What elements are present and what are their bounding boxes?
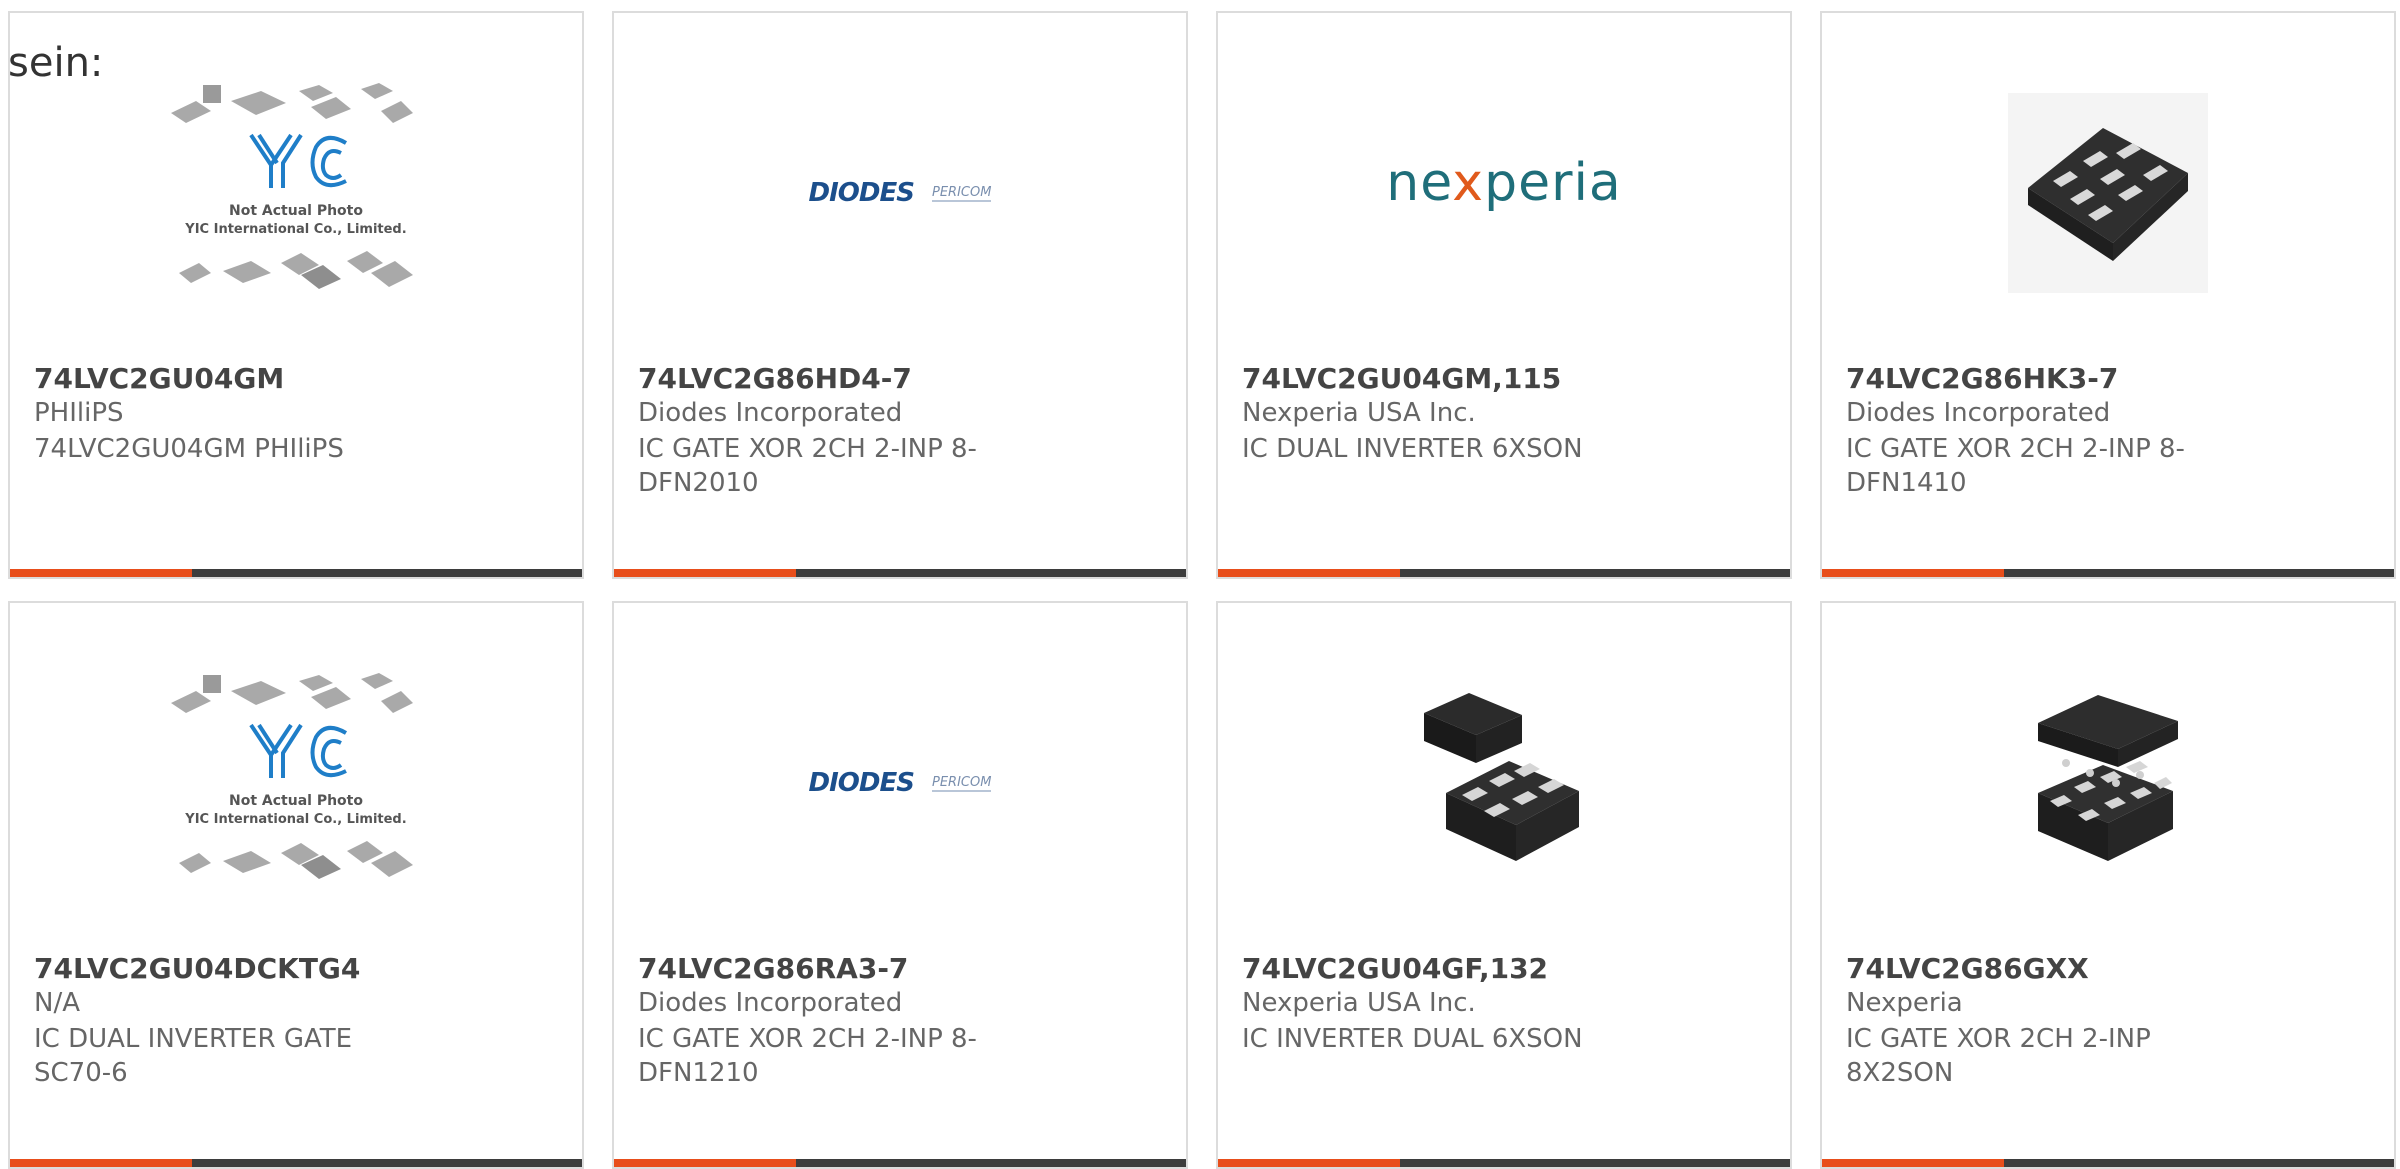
card-bar-accent bbox=[1218, 569, 1400, 577]
card-bar bbox=[1822, 569, 2394, 577]
description: IC GATE XOR 2CH 2-INP 8-DFN1210 bbox=[638, 1024, 977, 1088]
part-number[interactable]: 74LVC2G86HD4-7 bbox=[638, 362, 912, 395]
diodes-logo-text: DIODES bbox=[808, 768, 915, 798]
description: 74LVC2GU04GM PHIliPS bbox=[34, 434, 344, 464]
placeholder-caption-2: YIC International Co., Limited. bbox=[184, 812, 406, 827]
card-bar-accent bbox=[1822, 1159, 2004, 1167]
pericom-logo-text: PERICOM bbox=[931, 774, 992, 792]
description: IC DUAL INVERTER 6XSON bbox=[1242, 434, 1583, 464]
card-bar bbox=[614, 1159, 1186, 1167]
manufacturer: Nexperia USA Inc. bbox=[1242, 398, 1476, 428]
card-bar bbox=[614, 569, 1186, 577]
card-bar bbox=[1218, 569, 1790, 577]
manufacturer: Diodes Incorporated bbox=[1846, 398, 2111, 428]
diodes-logo: DIODES PERICOM bbox=[809, 178, 992, 208]
product-card[interactable]: 74LVC2GU04GF,132 Nexperia USA Inc. IC IN… bbox=[1216, 601, 1792, 1169]
card-bar-accent bbox=[1218, 1159, 1400, 1167]
product-image[interactable] bbox=[1822, 73, 2394, 313]
diodes-logo-text: DIODES bbox=[808, 178, 915, 208]
product-card[interactable]: DIODES PERICOM 74LVC2G86HD4-7 Diodes Inc… bbox=[612, 11, 1188, 579]
manufacturer: PHIliPS bbox=[34, 398, 124, 428]
product-image[interactable]: nexperia bbox=[1218, 63, 1790, 303]
part-number[interactable]: 74LVC2GU04GM,115 bbox=[1242, 362, 1561, 395]
manufacturer: Nexperia bbox=[1846, 988, 1963, 1018]
description: IC DUAL INVERTER GATE SC70-6 bbox=[34, 1024, 353, 1088]
part-number[interactable]: 74LVC2GU04GF,132 bbox=[1242, 952, 1548, 985]
placeholder-caption-1: Not Actual Photo bbox=[229, 203, 363, 219]
card-bar-accent bbox=[10, 1159, 192, 1167]
yic-placeholder-image: Not Actual Photo YIC International Co., … bbox=[171, 673, 413, 879]
product-image[interactable]: Not Actual Photo YIC International Co., … bbox=[10, 73, 582, 313]
card-bar-accent bbox=[1822, 569, 2004, 577]
yic-placeholder-image: Not Actual Photo YIC International Co., … bbox=[171, 83, 413, 289]
description: IC GATE XOR 2CH 2-INP 8-DFN2010 bbox=[638, 434, 977, 498]
card-bar bbox=[1822, 1159, 2394, 1167]
product-image[interactable]: DIODES PERICOM bbox=[614, 663, 1186, 903]
description: IC INVERTER DUAL 6XSON bbox=[1242, 1024, 1583, 1054]
diodes-logo: DIODES PERICOM bbox=[809, 768, 992, 798]
product-image[interactable]: Not Actual Photo YIC International Co., … bbox=[10, 663, 582, 903]
card-bar bbox=[10, 569, 582, 577]
manufacturer: Diodes Incorporated bbox=[638, 988, 903, 1018]
product-card[interactable]: 74LVC2G86GXX Nexperia IC GATE XOR 2CH 2-… bbox=[1820, 601, 2396, 1169]
part-number[interactable]: 74LVC2GU04DCKTG4 bbox=[34, 952, 360, 985]
part-number[interactable]: 74LVC2GU04GM bbox=[34, 362, 284, 395]
product-card[interactable]: DIODES PERICOM 74LVC2G86RA3-7 Diodes Inc… bbox=[612, 601, 1188, 1169]
manufacturer: Nexperia USA Inc. bbox=[1242, 988, 1476, 1018]
product-card[interactable]: 74LVC2G86HK3-7 Diodes Incorporated IC GA… bbox=[1820, 11, 2396, 579]
chip-8pad-pair-image bbox=[2038, 695, 2178, 861]
manufacturer: Diodes Incorporated bbox=[638, 398, 903, 428]
description: IC GATE XOR 2CH 2-INP 8X2SON bbox=[1846, 1024, 2151, 1088]
placeholder-caption-1: Not Actual Photo bbox=[229, 793, 363, 809]
product-card[interactable]: nexperia 74LVC2GU04GM,115 Nexperia USA I… bbox=[1216, 11, 1792, 579]
nexperia-logo: nexperia bbox=[1386, 153, 1622, 213]
product-card[interactable]: Not Actual Photo YIC International Co., … bbox=[8, 601, 584, 1169]
product-image[interactable] bbox=[1218, 663, 1790, 903]
product-grid: Not Actual Photo YIC International Co., … bbox=[0, 0, 2400, 1169]
placeholder-caption-2: YIC International Co., Limited. bbox=[184, 222, 406, 237]
pericom-logo-text: PERICOM bbox=[931, 184, 992, 202]
part-number[interactable]: 74LVC2G86RA3-7 bbox=[638, 952, 908, 985]
card-bar bbox=[10, 1159, 582, 1167]
card-bar-accent bbox=[614, 569, 796, 577]
part-number[interactable]: 74LVC2G86GXX bbox=[1846, 952, 2089, 985]
top-label: sein: bbox=[8, 40, 104, 86]
product-card[interactable]: Not Actual Photo YIC International Co., … bbox=[8, 11, 584, 579]
manufacturer: N/A bbox=[34, 988, 80, 1018]
chip-8pad-image bbox=[2008, 93, 2208, 293]
product-image[interactable]: DIODES PERICOM bbox=[614, 73, 1186, 313]
part-number[interactable]: 74LVC2G86HK3-7 bbox=[1846, 362, 2118, 395]
description: IC GATE XOR 2CH 2-INP 8-DFN1410 bbox=[1846, 434, 2185, 498]
card-bar-accent bbox=[614, 1159, 796, 1167]
product-image[interactable] bbox=[1822, 663, 2394, 903]
chip-6pad-pair-image bbox=[1424, 693, 1579, 861]
card-bar-accent bbox=[10, 569, 192, 577]
card-bar bbox=[1218, 1159, 1790, 1167]
